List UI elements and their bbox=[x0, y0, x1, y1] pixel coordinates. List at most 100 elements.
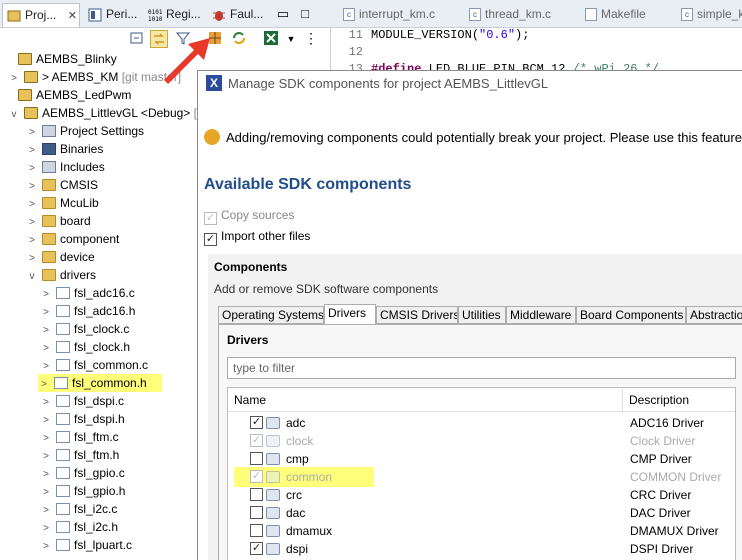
tab-middleware[interactable]: Middleware bbox=[506, 306, 576, 324]
tab-label: Peri... bbox=[106, 7, 138, 21]
folder-icon bbox=[42, 251, 56, 263]
table-row[interactable]: ✓ dspi DSPI Driver bbox=[228, 540, 735, 558]
explorer-toolbar: ▼ ⋮ bbox=[0, 28, 331, 50]
checkbox-unchecked[interactable] bbox=[250, 524, 263, 537]
tab-interrupt-km-c[interactable]: c interrupt_km.c bbox=[339, 4, 435, 26]
checkbox-checked[interactable]: ✓ bbox=[250, 434, 263, 447]
checkbox-checked[interactable]: ✓ bbox=[204, 212, 217, 225]
import-other-files-checkbox[interactable]: ✓ Import other files bbox=[204, 227, 310, 246]
component-icon bbox=[266, 543, 280, 555]
tab-board-components[interactable]: Board Components bbox=[576, 306, 686, 324]
chevron-down-icon[interactable]: v bbox=[26, 268, 38, 286]
tab-cmsis-drivers[interactable]: CMSIS Drivers bbox=[376, 306, 458, 324]
tree-file[interactable]: > fsl_ftm.c bbox=[40, 428, 119, 446]
checkbox-unchecked[interactable] bbox=[250, 488, 263, 501]
h-file-icon bbox=[56, 413, 70, 425]
table-header: Name Description bbox=[228, 388, 735, 412]
code-editor[interactable]: 11 MODULE_VERSION("0.6"); 12 13 #define LE… bbox=[331, 28, 742, 76]
chevron-right-icon[interactable]: > bbox=[40, 538, 52, 556]
makefile-icon bbox=[585, 8, 597, 21]
tree-item-includes[interactable]: > Includes bbox=[26, 158, 105, 176]
tree-file-highlighted[interactable]: > fsl_common.h bbox=[38, 374, 162, 392]
tree-project-aembs-km[interactable]: > > AEMBS_KM [git master] bbox=[8, 68, 181, 86]
tab-abstraction[interactable]: Abstractio bbox=[686, 306, 742, 324]
tree-file[interactable]: > fsl_i2c.c bbox=[40, 500, 117, 518]
checkbox-unchecked[interactable] bbox=[250, 506, 263, 519]
c-file-icon bbox=[56, 287, 70, 299]
tree-folder-board[interactable]: > board bbox=[26, 212, 91, 230]
checkbox-checked[interactable]: ✓ bbox=[204, 233, 217, 246]
checkbox-checked[interactable]: ✓ bbox=[250, 416, 263, 429]
checkbox-checked[interactable]: ✓ bbox=[250, 470, 263, 483]
h-file-icon bbox=[56, 521, 70, 533]
tree-file[interactable]: > fsl_gpio.c bbox=[40, 464, 125, 482]
tree-project-aembs-blinky[interactable]: AEMBS_Blinky bbox=[14, 50, 117, 68]
checkbox-unchecked[interactable] bbox=[250, 452, 263, 465]
tree-file[interactable]: > fsl_common.c bbox=[40, 356, 148, 374]
refresh-icon[interactable] bbox=[230, 30, 248, 48]
tab-peripherals[interactable]: Peri... bbox=[84, 3, 142, 27]
folder-icon bbox=[42, 215, 56, 227]
maximize-icon[interactable]: □ bbox=[296, 5, 314, 23]
tree-folder-cmsis[interactable]: > CMSIS bbox=[26, 176, 98, 194]
table-row[interactable]: crc CRC Driver bbox=[228, 486, 735, 504]
column-header-description[interactable]: Description bbox=[622, 388, 735, 412]
table-row[interactable]: dac DAC Driver bbox=[228, 504, 735, 522]
column-header-name[interactable]: Name bbox=[228, 388, 620, 412]
tree-item-project-settings[interactable]: > Project Settings bbox=[26, 122, 144, 140]
tree-file[interactable]: > fsl_i2c.h bbox=[40, 518, 118, 536]
chevron-down-icon[interactable]: ▼ bbox=[282, 30, 300, 48]
tree-file[interactable]: > fsl_dspi.c bbox=[40, 392, 124, 410]
chevron-down-icon[interactable]: v bbox=[8, 106, 20, 124]
tab-drivers[interactable]: Drivers bbox=[324, 304, 376, 324]
tree-file[interactable]: > fsl_dspi.h bbox=[40, 410, 125, 428]
tree-file[interactable]: > fsl_lpuart.c bbox=[40, 536, 132, 554]
tree-file[interactable]: > fsl_clock.h bbox=[40, 338, 130, 356]
excel-icon[interactable] bbox=[262, 30, 280, 48]
tree-folder-device[interactable]: > device bbox=[26, 248, 95, 266]
drivers-table: Name Description ✓ adc ADC16 Driver ✓ clock C… bbox=[227, 387, 736, 560]
component-icon bbox=[266, 525, 280, 537]
tree-file[interactable]: > fsl_adc16.c bbox=[40, 284, 135, 302]
sdk-components-icon[interactable] bbox=[206, 30, 224, 48]
tree-file[interactable]: > fsl_clock.c bbox=[40, 320, 129, 338]
minimize-icon[interactable]: ▭ bbox=[274, 5, 292, 23]
collapse-all-icon[interactable] bbox=[128, 30, 146, 48]
table-row[interactable]: ✓ common COMMON Driver bbox=[228, 467, 735, 487]
tree-file[interactable]: > fsl_ftm.h bbox=[40, 446, 119, 464]
table-row[interactable]: cmp CMP Driver bbox=[228, 450, 735, 468]
checkbox-checked[interactable]: ✓ bbox=[250, 542, 263, 555]
table-row[interactable]: ✓ adc ADC16 Driver bbox=[228, 414, 735, 432]
h-file-icon bbox=[56, 485, 70, 497]
tree-project-aembs-littlevgl[interactable]: vAEMBS_LittlevGL <Debug> [g bbox=[8, 104, 204, 122]
tree-project-aembs-ledpwm[interactable]: AEMBS_LedPwm bbox=[14, 86, 131, 104]
tree-folder-mculib[interactable]: > McuLib bbox=[26, 194, 99, 212]
tab-label: Regi... bbox=[166, 7, 201, 21]
tree-file[interactable]: > fsl_adc16.h bbox=[40, 302, 135, 320]
tab-faults[interactable]: Faul... bbox=[208, 3, 268, 27]
view-menu-icon[interactable]: ⋮ bbox=[302, 30, 320, 48]
table-row[interactable]: dmamux DMAMUX Driver bbox=[228, 522, 735, 540]
tree-folder-component[interactable]: > component bbox=[26, 230, 119, 248]
c-file-icon: c bbox=[343, 8, 355, 21]
component-description: DSPI Driver bbox=[630, 542, 694, 556]
close-icon[interactable]: ✕ bbox=[68, 10, 77, 22]
tab-utilities[interactable]: Utilities bbox=[458, 306, 506, 324]
component-icon bbox=[266, 507, 280, 519]
tab-registers[interactable]: 0101 1010 Regi... bbox=[144, 3, 204, 27]
tab-label: Proj... bbox=[25, 8, 57, 22]
tree-folder-drivers[interactable]: v drivers bbox=[26, 266, 97, 286]
copy-sources-checkbox[interactable]: ✓ Copy sources bbox=[204, 206, 294, 225]
tab-makefile[interactable]: Makefile bbox=[581, 4, 646, 26]
filter-input[interactable] bbox=[227, 357, 736, 379]
table-row[interactable]: ✓ clock Clock Driver bbox=[228, 432, 735, 450]
warning-message: Adding/removing components could potenti… bbox=[198, 127, 742, 149]
tab-thread-km-c[interactable]: c thread_km.c bbox=[465, 4, 551, 26]
tab-operating-systems[interactable]: Operating Systems bbox=[218, 306, 324, 324]
link-with-editor-icon[interactable] bbox=[150, 30, 168, 48]
tab-project-explorer[interactable]: Proj... ✕ bbox=[2, 3, 80, 27]
tree-file[interactable]: > fsl_gpio.h bbox=[40, 482, 125, 500]
tab-simple-k[interactable]: c simple_k bbox=[677, 4, 742, 26]
filter-icon[interactable] bbox=[174, 30, 192, 48]
tree-item-binaries[interactable]: > Binaries bbox=[26, 140, 103, 158]
